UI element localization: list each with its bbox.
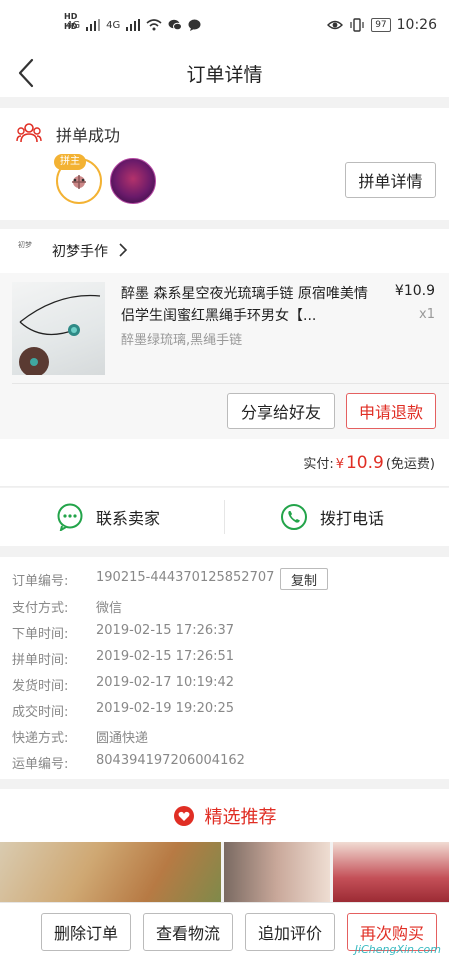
info-label: 发货时间: — [12, 679, 69, 694]
info-row-tracking: 运单编号: 804394197206004162 — [12, 753, 245, 772]
order-number: 190215-444370125852707 — [96, 570, 275, 585]
product-price: ¥10.9 — [394, 283, 435, 299]
shipping-note: (免运费) — [385, 457, 435, 472]
chevron-right-icon — [119, 243, 128, 257]
product-thumbnail[interactable] — [12, 282, 105, 375]
signal-icon-2 — [126, 19, 141, 31]
contact-bar: 联系卖家 拨打电话 — [0, 488, 449, 546]
leader-badge: 拼主 — [54, 154, 86, 170]
phone-icon — [281, 504, 307, 530]
deal-time: 2019-02-19 19:20:25 — [96, 701, 235, 716]
view-logistics-button[interactable]: 查看物流 — [143, 913, 233, 951]
shop-name[interactable]: 初梦手作 — [52, 241, 108, 261]
recommend-title: 精选推荐 — [204, 806, 277, 828]
copy-button[interactable]: 复制 — [280, 568, 328, 590]
info-row-order-no: 订单编号: 190215-444370125852707 — [12, 570, 274, 589]
call-phone-button[interactable]: 拨打电话 — [280, 488, 384, 546]
battery-indicator: 97 — [371, 18, 391, 32]
ship-time: 2019-02-17 10:19:42 — [96, 675, 235, 690]
info-row-payment: 支付方式: 微信 — [12, 597, 122, 616]
wechat-status-icon — [168, 19, 183, 31]
divider — [12, 383, 449, 384]
signal-icon — [86, 19, 101, 31]
tracking-number: 804394197206004162 — [96, 753, 245, 768]
info-label: 快递方式: — [12, 731, 69, 746]
eye-icon — [327, 20, 344, 30]
paid-line: 实付: ¥ 10.9 (免运费) — [303, 453, 435, 473]
recommend-images — [0, 842, 449, 902]
watermark: JiChengXin.com — [354, 943, 441, 956]
group-status-title: 拼单成功 — [56, 126, 121, 145]
vibrate-icon — [350, 18, 364, 32]
info-row-deal-time: 成交时间: 2019-02-19 19:20:25 — [12, 701, 234, 720]
recommend-product-image[interactable] — [333, 842, 449, 902]
add-review-button[interactable]: 追加评价 — [245, 913, 335, 951]
info-label: 运单编号: — [12, 757, 69, 772]
call-phone-label: 拨打电话 — [320, 509, 385, 528]
order-info-section: 订单编号: 190215-444370125852707 复制 支付方式: 微信 下… — [0, 557, 449, 779]
express-method: 圆通快递 — [96, 731, 149, 746]
group-people-icon — [16, 123, 42, 143]
share-button[interactable]: 分享给好友 — [227, 393, 335, 429]
network-4g-2: 4G — [106, 19, 121, 31]
contact-seller-label: 联系卖家 — [96, 509, 161, 528]
divider — [224, 500, 225, 534]
info-row-ship-time: 发货时间: 2019-02-17 10:19:42 — [12, 675, 234, 694]
recommend-header: 精选推荐 — [0, 789, 449, 842]
contact-seller-button[interactable]: 联系卖家 — [56, 488, 160, 546]
status-left: 4G 4G — [66, 19, 201, 31]
page-title: 订单详情 — [186, 64, 263, 86]
info-label: 支付方式: — [12, 601, 69, 616]
recommend-product-image[interactable] — [224, 842, 330, 902]
info-label: 拼单时间: — [12, 653, 69, 668]
paid-label: 实付: — [303, 457, 334, 472]
bracelet-image — [19, 294, 101, 375]
product-title[interactable]: 醉墨 森系星空夜光琉璃手链 原宿唯美情侣学生闺蜜红黑绳手环男女【... — [121, 283, 371, 327]
info-row-order-time: 下单时间: 2019-02-15 17:26:37 — [12, 623, 234, 642]
info-label: 订单编号: — [12, 574, 69, 589]
avatar-member — [110, 158, 156, 204]
info-row-group-time: 拼单时间: 2019-02-15 17:26:51 — [12, 649, 234, 668]
hd-indicator: HD HD — [64, 12, 78, 31]
paid-amount: 10.9 — [345, 453, 384, 473]
payment-summary: 实付: ¥ 10.9 (免运费) — [0, 439, 449, 487]
product-item[interactable]: 醉墨 森系星空夜光琉璃手链 原宿唯美情侣学生闺蜜红黑绳手环男女【... ¥10.… — [0, 273, 449, 439]
message-status-icon — [188, 19, 201, 31]
product-quantity: x1 — [419, 307, 435, 322]
info-label: 下单时间: — [12, 627, 69, 642]
nav-bar: 订单详情 — [0, 50, 449, 97]
product-sku: 醉墨绿琉璃,黑绳手链 — [121, 333, 243, 348]
back-arrow-icon[interactable] — [14, 56, 44, 90]
status-right: 97 10:26 — [327, 17, 437, 33]
delete-order-button[interactable]: 删除订单 — [41, 913, 131, 951]
status-time: 10:26 — [396, 17, 437, 33]
shop-logo: 初梦 — [18, 241, 32, 249]
group-detail-button[interactable]: 拼单详情 — [345, 162, 436, 198]
info-label: 成交时间: — [12, 705, 69, 720]
info-row-express: 快递方式: 圆通快递 — [12, 727, 148, 746]
chat-icon — [57, 503, 83, 531]
heart-icon — [173, 805, 194, 826]
recommend-product-image[interactable] — [0, 842, 221, 902]
refund-button[interactable]: 申请退款 — [346, 393, 436, 429]
bottom-action-bar: 删除订单 查看物流 追加评价 再次购买 JiChengXin.com — [0, 902, 449, 960]
payment-method: 微信 — [96, 601, 123, 616]
paid-currency: ¥ — [335, 457, 344, 472]
status-bar: HD HD 4G 4G 97 10:26 — [0, 0, 449, 50]
wifi-icon — [146, 19, 162, 31]
shop-header[interactable]: 初梦 初梦手作 — [0, 229, 449, 273]
order-time: 2019-02-15 17:26:37 — [96, 623, 235, 638]
group-time: 2019-02-15 17:26:51 — [96, 649, 235, 664]
